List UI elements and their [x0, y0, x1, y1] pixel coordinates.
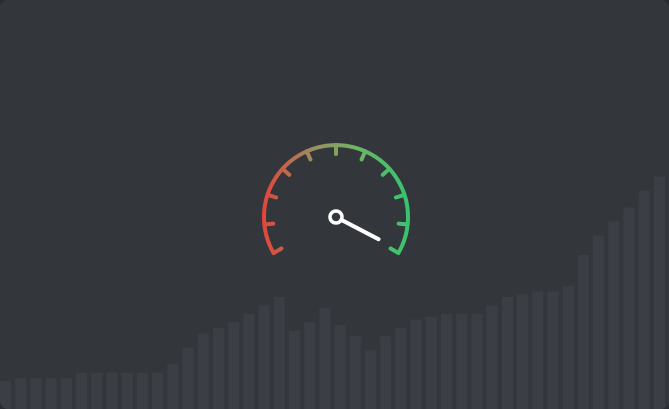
gauge-ticks: [262, 143, 410, 255]
gauge-needle: [328, 209, 381, 242]
gauge-tick: [304, 149, 313, 162]
gauge-tick: [396, 221, 410, 227]
gauge-tick: [265, 192, 279, 200]
gauge-arc-stroke: [262, 143, 410, 255]
gauge-tick: [393, 192, 407, 200]
gauge-arc: [262, 143, 410, 255]
gauge-tick: [262, 221, 276, 227]
gauge-tick: [271, 246, 284, 255]
gauge-tick: [388, 246, 401, 255]
gauge-tick: [280, 166, 292, 177]
gauge-tick: [380, 166, 392, 177]
gauge-panel: [0, 0, 669, 409]
speedometer-icon: [262, 143, 410, 255]
needle-line: [339, 217, 381, 242]
gauge-tick: [359, 149, 368, 162]
